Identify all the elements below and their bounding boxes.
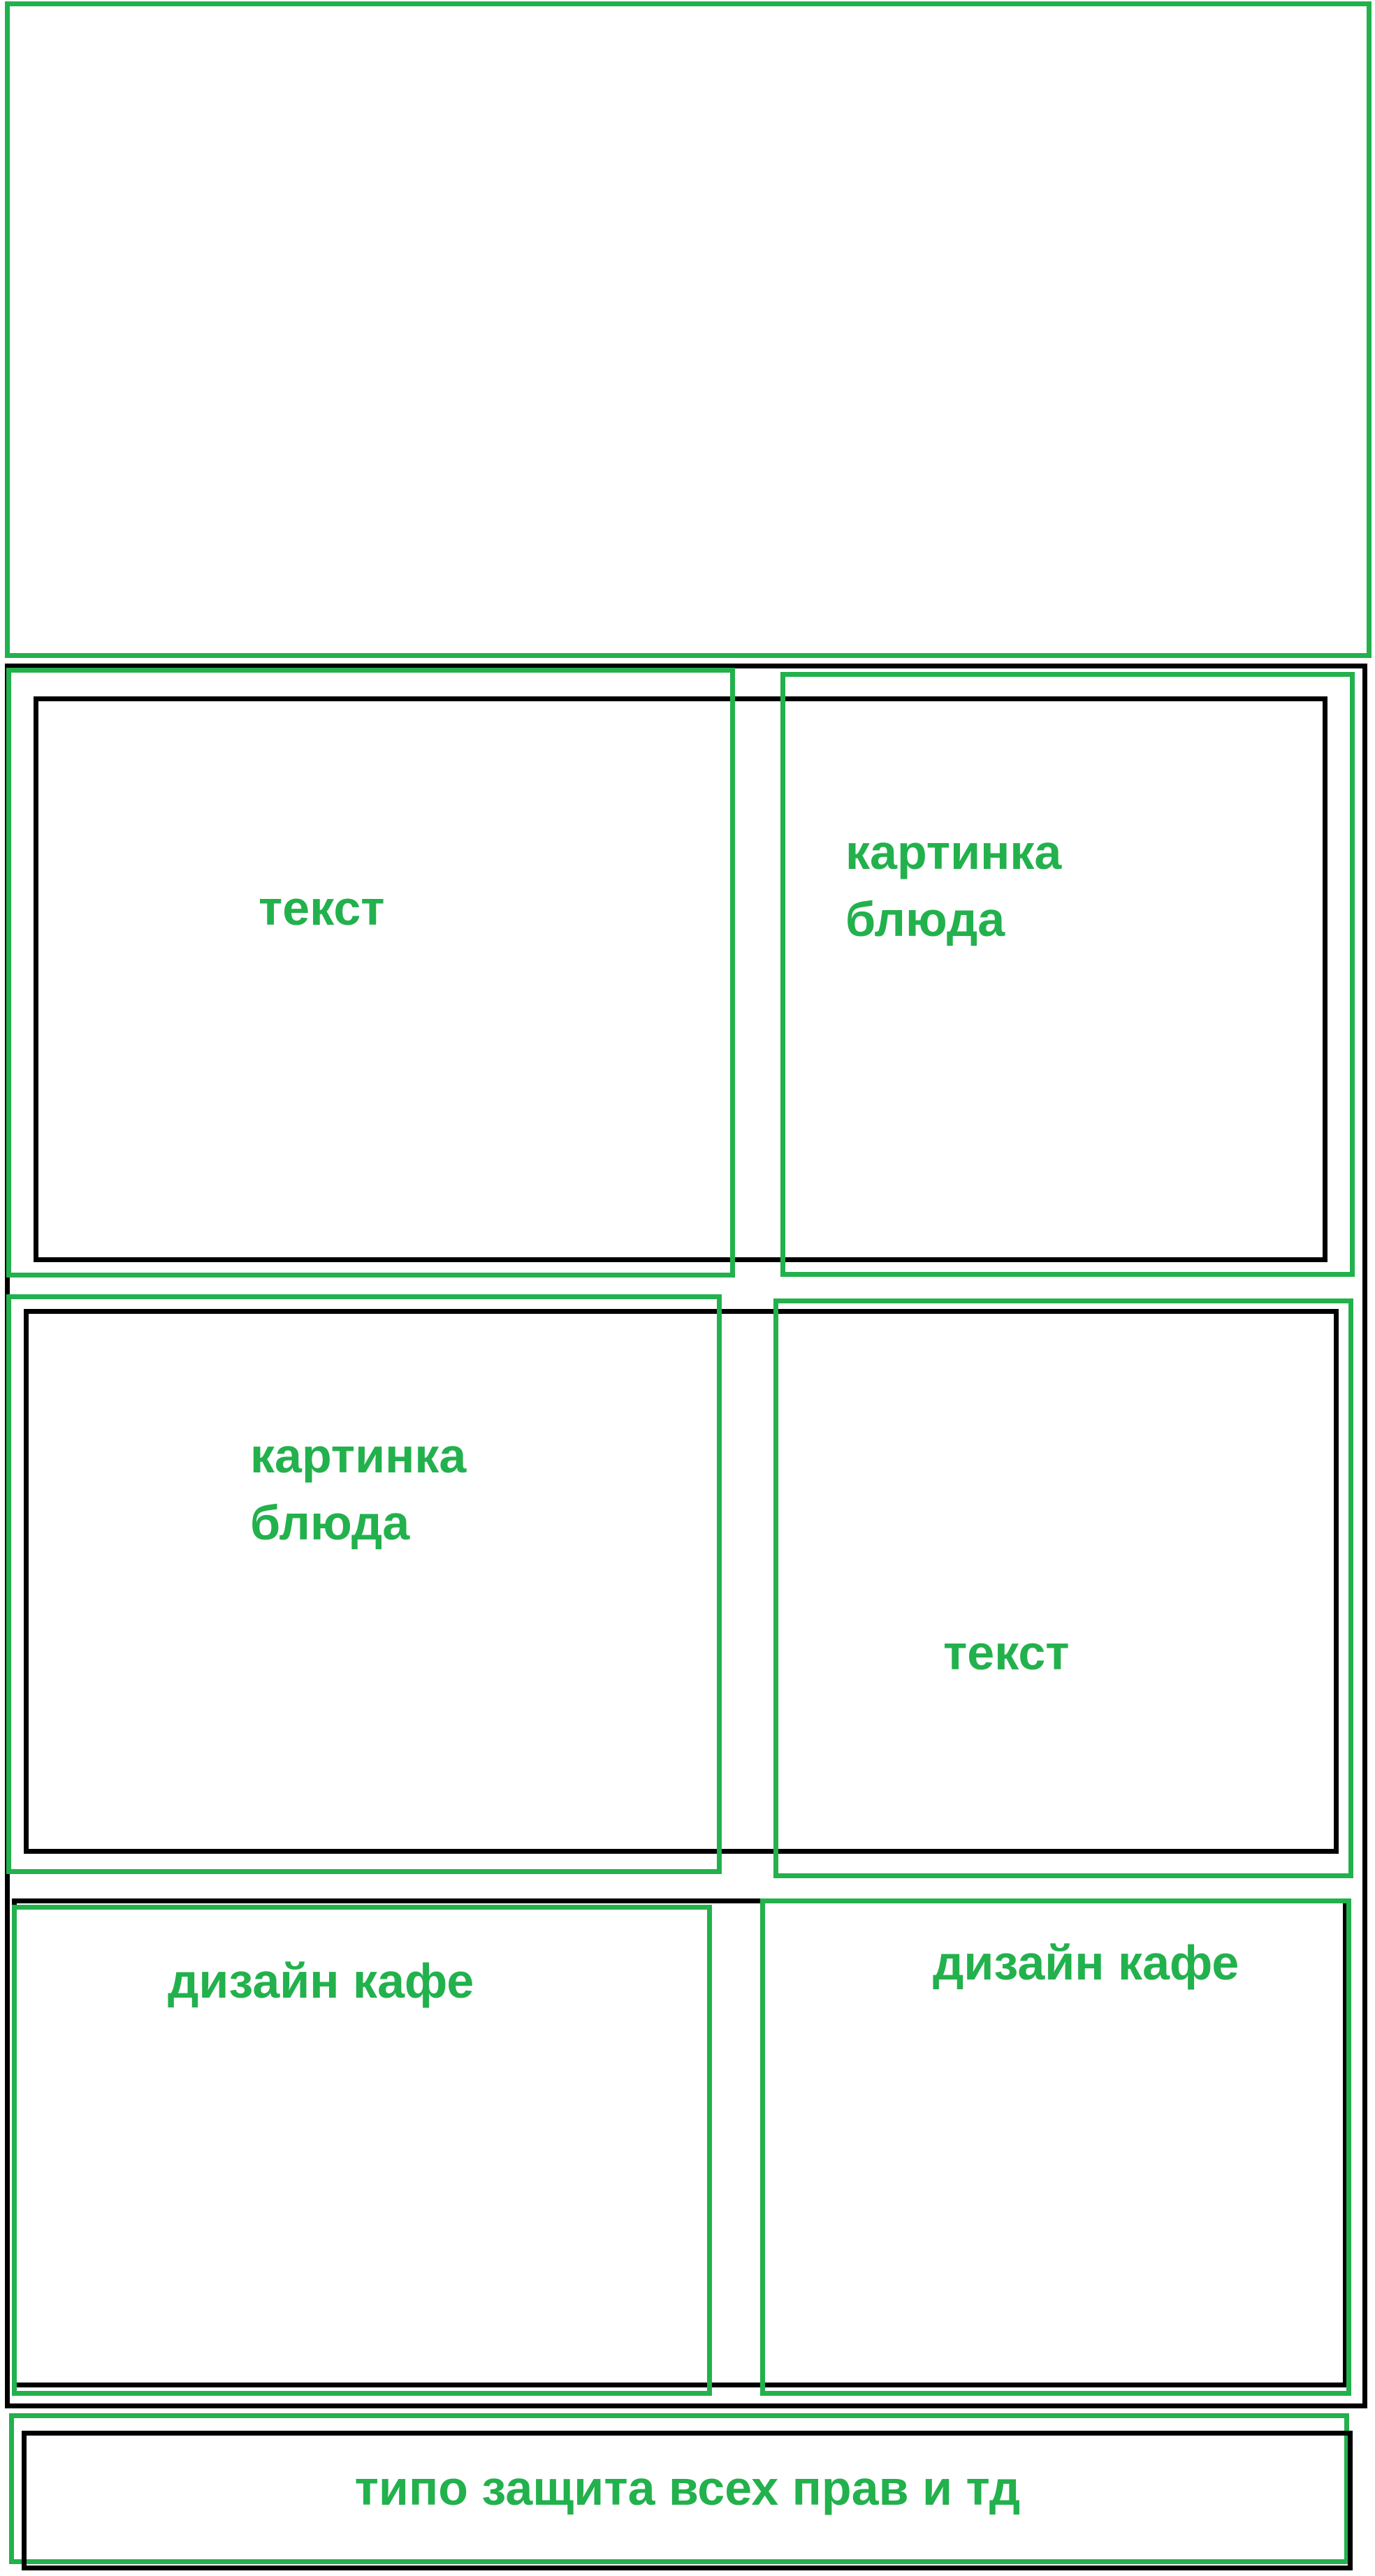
row2-right-block [773, 1298, 1353, 1878]
row3-right-cafe-design-label: дизайн кафе [933, 1935, 1239, 1990]
row1-text-label: текст [259, 881, 385, 935]
row1-dish-image-label: картинка блюда [845, 825, 1062, 946]
footer-copyright-label: типо защита всех прав и тд [354, 2461, 1021, 2515]
row2-left-block [6, 1294, 722, 1874]
row2-text-label: текст [943, 1625, 1070, 1680]
row1-right-block [780, 672, 1355, 1277]
row3-left-cafe-design-label: дизайн кафе [168, 1954, 474, 2008]
row1-left-block [6, 668, 735, 1278]
header-block [5, 1, 1372, 658]
row2-dish-image-label: картинка блюда [250, 1428, 467, 1550]
